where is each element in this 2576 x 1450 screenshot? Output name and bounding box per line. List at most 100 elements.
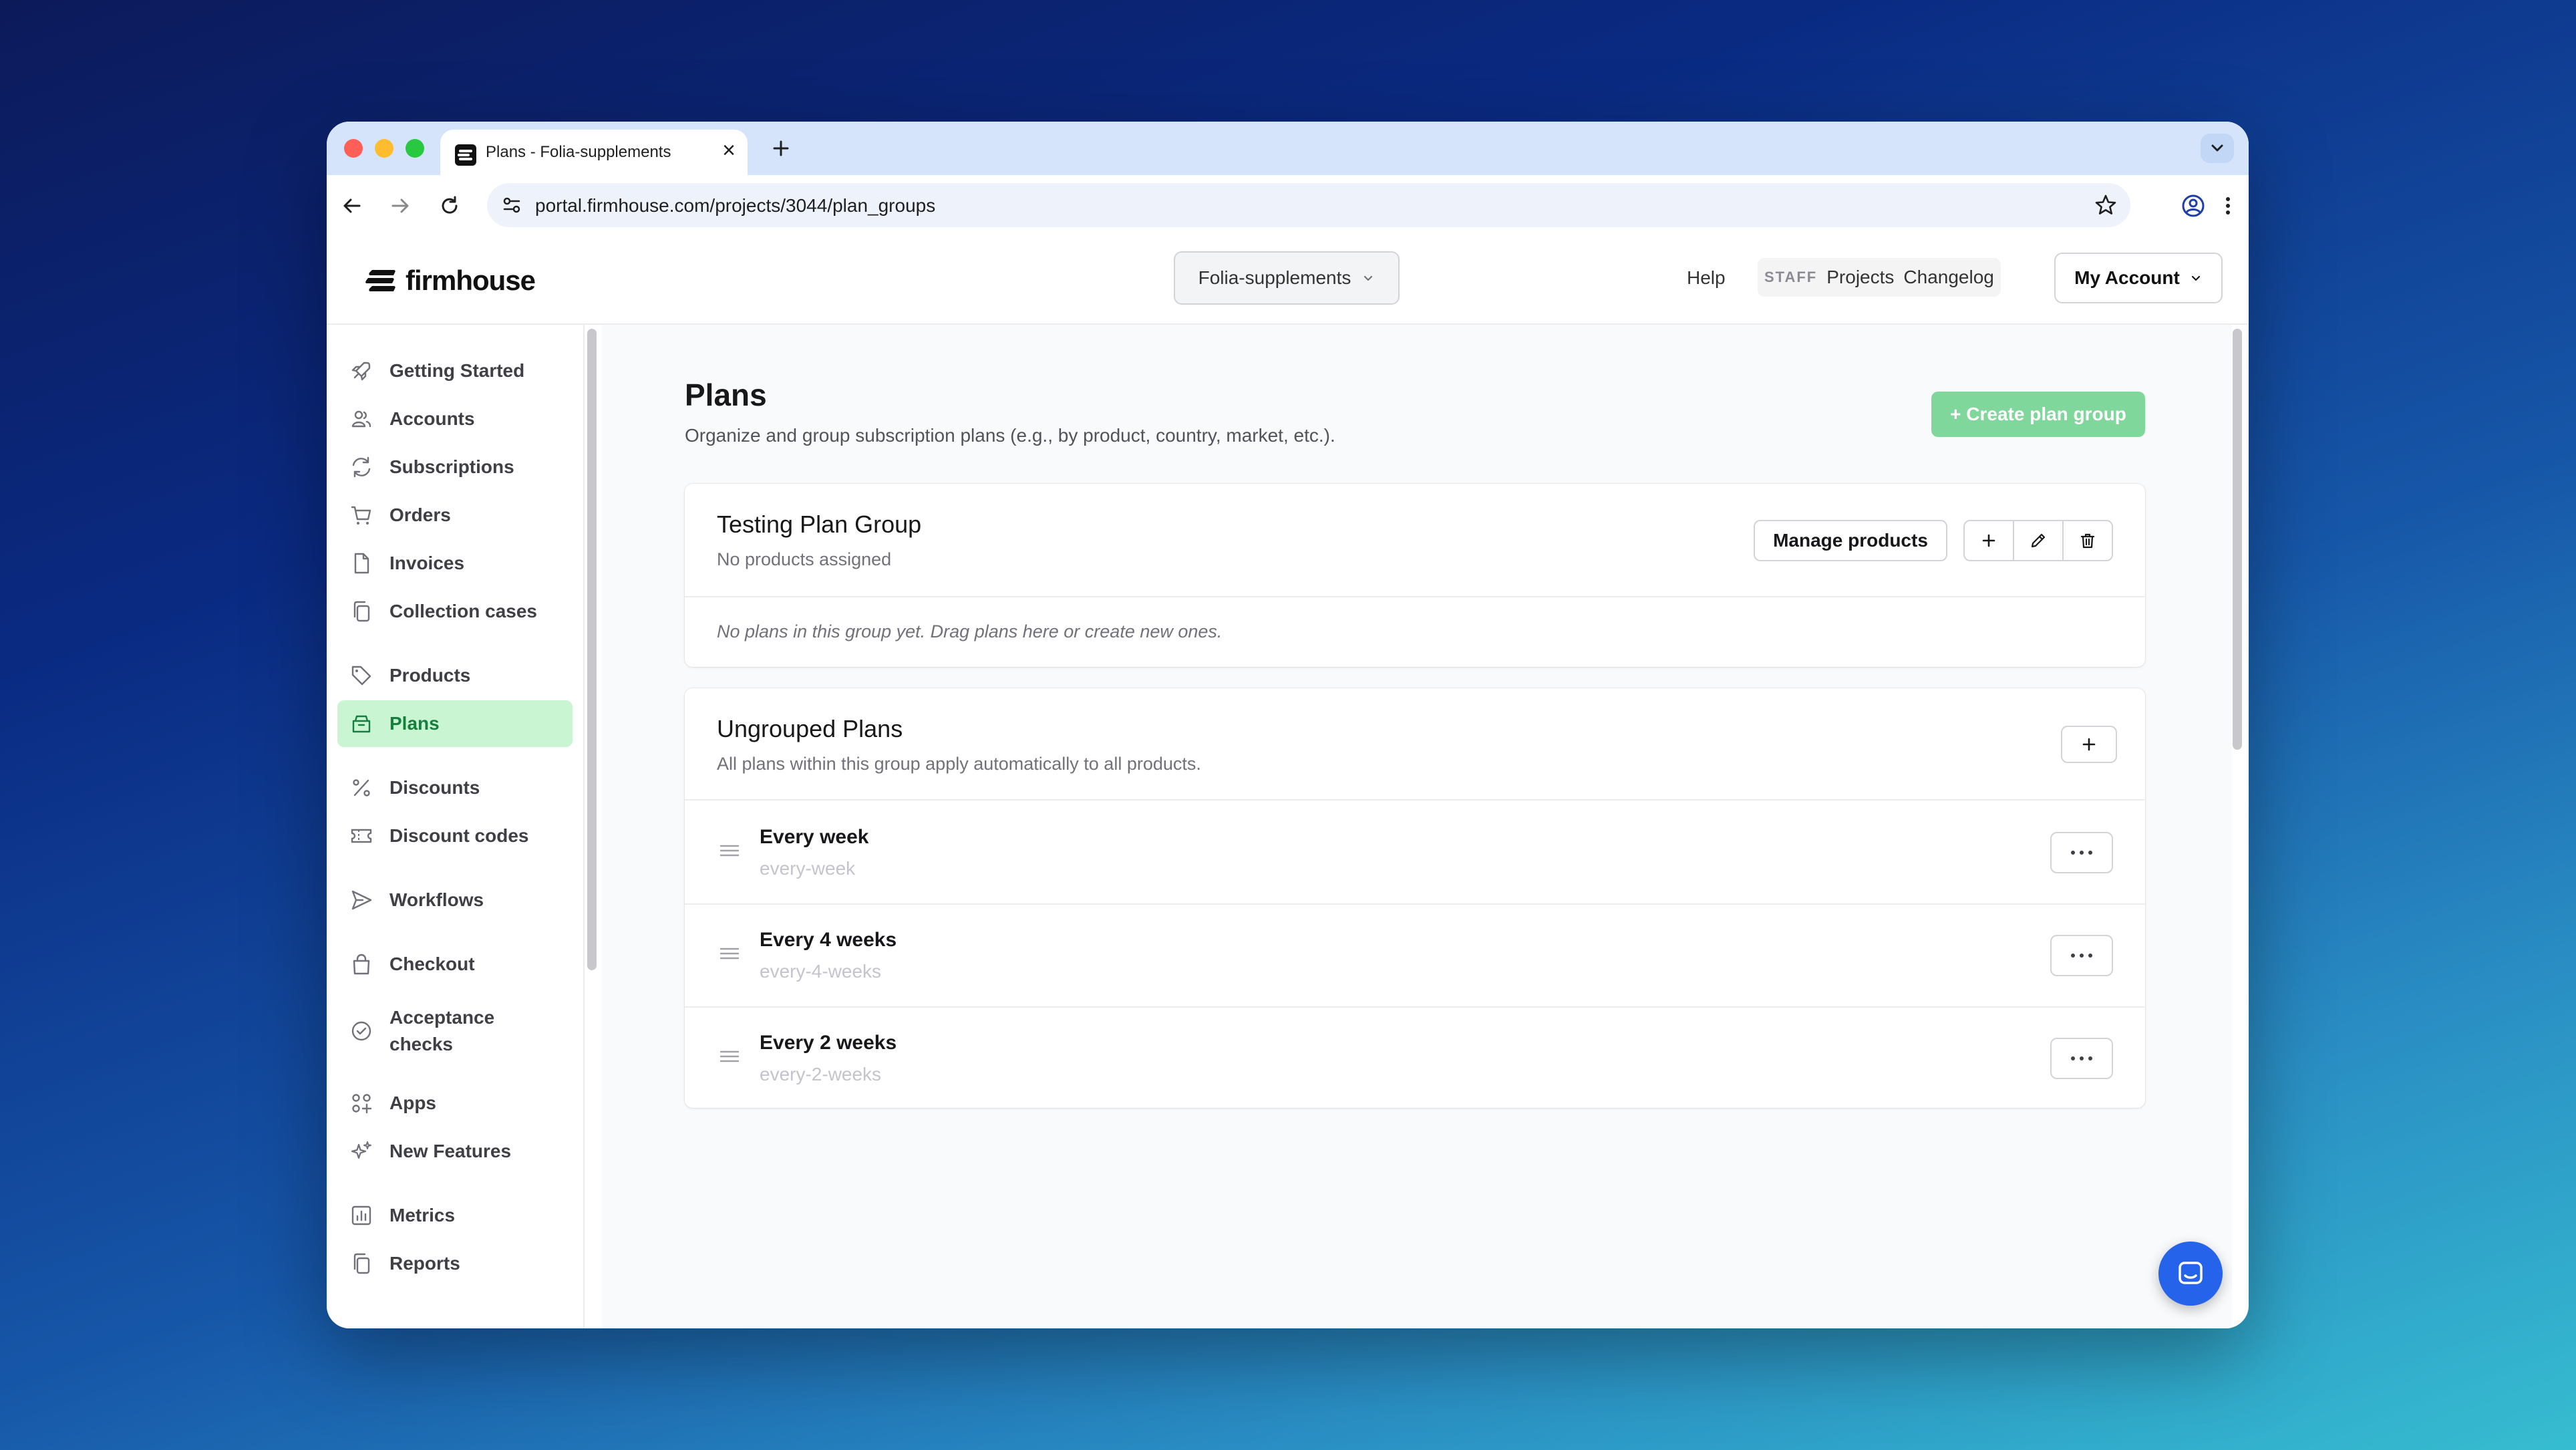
maximize-window-button[interactable] xyxy=(406,139,424,158)
sidebar-item-new-features[interactable]: New Features xyxy=(337,1128,573,1175)
profile-icon xyxy=(2182,194,2205,217)
sidebar-item-label: Plans xyxy=(389,713,440,734)
drag-handle-icon[interactable] xyxy=(718,1045,741,1068)
close-window-button[interactable] xyxy=(344,139,363,158)
main-content: Plans Organize and group subscription pl… xyxy=(602,325,2232,1328)
support-chat-button[interactable] xyxy=(2158,1242,2223,1306)
sidebar-item-label: Discounts xyxy=(389,777,480,798)
sidebar-item-collection-cases[interactable]: Collection cases xyxy=(337,588,573,635)
ticket-icon xyxy=(351,829,372,843)
sidebar-item-getting-started[interactable]: Getting Started xyxy=(337,347,573,394)
drag-handle-icon[interactable] xyxy=(718,942,741,965)
edit-group-button[interactable] xyxy=(2013,521,2062,560)
sidebar-item-label: Products xyxy=(389,665,471,686)
trash-icon xyxy=(2080,533,2095,549)
site-settings-icon[interactable] xyxy=(500,194,523,216)
chevron-down-icon xyxy=(2211,144,2223,152)
plan-group-actions xyxy=(1963,520,2113,561)
sidebar-item-metrics[interactable]: Metrics xyxy=(337,1192,573,1239)
plan-name: Every 4 weeks xyxy=(760,929,897,951)
url-text: portal.firmhouse.com/projects/3044/plan_… xyxy=(535,195,936,216)
arrow-right-icon xyxy=(391,198,409,213)
rocket-icon xyxy=(351,361,371,381)
plan-row[interactable]: Every 4 weeks every-4-weeks xyxy=(685,903,2145,1006)
document-icon xyxy=(354,553,369,574)
sidebar-item-discount-codes[interactable]: Discount codes xyxy=(337,813,573,859)
sidebar-item-label: Orders xyxy=(389,504,451,525)
browser-window: Plans - Folia-supplements × portal.firmh… xyxy=(327,122,2249,1328)
sidebar-item-label: Reports xyxy=(389,1253,460,1274)
plan-row[interactable]: Every week every-week xyxy=(685,801,2145,903)
plus-icon xyxy=(1982,534,1995,547)
sidebar-item-label: Getting Started xyxy=(389,360,525,381)
users-icon xyxy=(351,410,371,428)
percent-icon xyxy=(353,779,370,796)
main-scrollbar[interactable] xyxy=(2233,329,2242,750)
sidebar-item-reports[interactable]: Reports xyxy=(337,1240,573,1287)
firmhouse-favicon-icon xyxy=(455,144,476,166)
drag-handle-icon[interactable] xyxy=(718,839,741,862)
sidebar-item-workflows[interactable]: Workflows xyxy=(337,877,573,923)
sidebar-item-apps[interactable]: Apps xyxy=(337,1080,573,1127)
manage-products-button[interactable]: Manage products xyxy=(1754,520,1947,561)
sidebar-scrollbar[interactable] xyxy=(587,329,597,970)
staff-links: STAFF Projects Changelog xyxy=(1758,258,2001,297)
plan-more-button[interactable] xyxy=(2050,832,2113,873)
address-bar[interactable]: portal.firmhouse.com/projects/3044/plan_… xyxy=(487,183,2130,227)
sidebar-item-products[interactable]: Products xyxy=(337,652,573,699)
projects-link[interactable]: Projects xyxy=(1826,267,1894,288)
my-account-button[interactable]: My Account xyxy=(2054,253,2223,303)
changelog-link[interactable]: Changelog xyxy=(1903,267,1993,288)
archive-icon xyxy=(352,715,371,733)
sidebar-item-plans[interactable]: Plans xyxy=(337,700,573,747)
chevron-down-icon xyxy=(2191,275,2200,281)
add-ungrouped-plan-button[interactable] xyxy=(2061,726,2117,763)
plan-more-button[interactable] xyxy=(2050,935,2113,976)
tab-bar: Plans - Folia-supplements × xyxy=(327,122,2249,175)
chart-icon xyxy=(351,1205,371,1225)
browser-tab[interactable]: Plans - Folia-supplements × xyxy=(440,130,748,175)
help-link[interactable]: Help xyxy=(1687,267,1726,289)
sidebar-item-acceptance-checks[interactable]: Acceptance checks xyxy=(337,1000,573,1062)
sidebar-item-label: Invoices xyxy=(389,553,465,573)
plan-row[interactable]: Every 2 weeks every-2-weeks xyxy=(685,1006,2145,1109)
plan-more-button[interactable] xyxy=(2050,1038,2113,1079)
tab-search-button[interactable] xyxy=(2201,134,2234,163)
project-selector[interactable]: Folia-supplements xyxy=(1174,251,1400,305)
bag-icon xyxy=(353,954,370,975)
sidebar-item-invoices[interactable]: Invoices xyxy=(337,540,573,587)
plan-group-card: Testing Plan Group No products assigned … xyxy=(685,484,2145,667)
forward-button[interactable] xyxy=(385,191,415,221)
reload-button[interactable] xyxy=(435,191,464,221)
tab-close-icon[interactable]: × xyxy=(722,139,736,162)
plan-slug: every-2-weeks xyxy=(760,1064,882,1084)
back-button[interactable] xyxy=(337,191,367,221)
browser-menu-button[interactable] xyxy=(2213,191,2243,221)
sidebar-item-orders[interactable]: Orders xyxy=(337,492,573,539)
reports-icon xyxy=(353,1253,370,1274)
page-subtitle: Organize and group subscription plans (e… xyxy=(685,425,1335,446)
bookmark-star-icon[interactable] xyxy=(2093,192,2118,218)
app-header: firmhouse Folia-supplements Help STAFF P… xyxy=(327,238,2249,325)
plan-slug: every-4-weeks xyxy=(760,961,882,982)
sidebar-item-checkout[interactable]: Checkout xyxy=(337,941,573,988)
ungrouped-title: Ungrouped Plans xyxy=(717,715,903,742)
firmhouse-logo[interactable]: firmhouse xyxy=(365,265,536,297)
reload-icon xyxy=(442,196,458,214)
sidebar-item-discounts[interactable]: Discounts xyxy=(337,764,573,811)
empty-group-note: No plans in this group yet. Drag plans h… xyxy=(717,621,1223,641)
new-tab-icon[interactable] xyxy=(768,135,794,162)
sidebar-item-label: Metrics xyxy=(389,1205,456,1225)
plan-group-title: Testing Plan Group xyxy=(717,511,922,538)
profile-button[interactable] xyxy=(2179,191,2208,221)
sidebar-item-label: Collection cases xyxy=(389,601,537,621)
sidebar-item-accounts[interactable]: Accounts xyxy=(337,396,573,442)
minimize-window-button[interactable] xyxy=(375,139,393,158)
create-plan-group-button[interactable]: + Create plan group xyxy=(1931,392,2145,437)
pencil-icon xyxy=(2031,533,2046,548)
sidebar-item-label: Discount codes xyxy=(389,825,529,846)
add-plan-button[interactable] xyxy=(1965,521,2013,560)
sidebar-item-subscriptions[interactable]: Subscriptions xyxy=(337,444,573,490)
kebab-menu-icon xyxy=(2226,197,2230,214)
delete-group-button[interactable] xyxy=(2062,521,2112,560)
